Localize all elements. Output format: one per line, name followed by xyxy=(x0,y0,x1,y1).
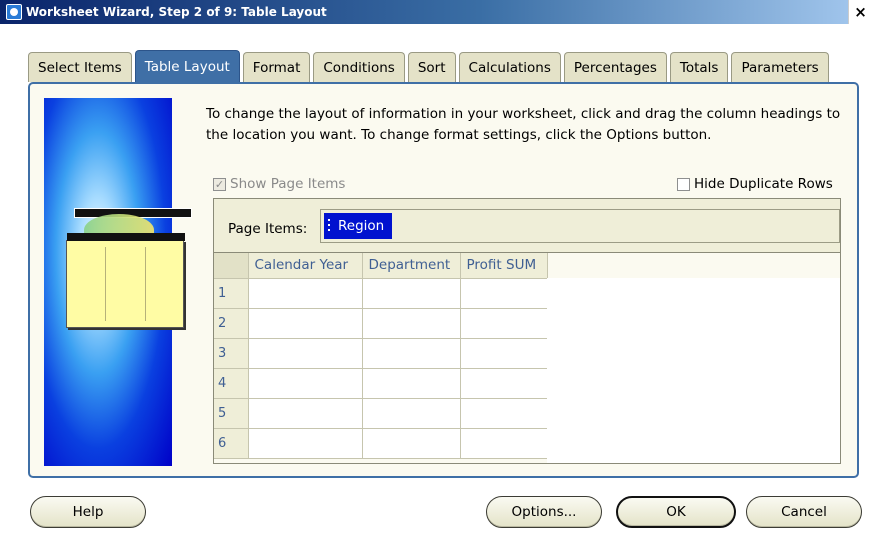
checkbox-checked-icon: ✓ xyxy=(213,177,226,191)
ok-button[interactable]: OK xyxy=(616,496,736,528)
tab-table-layout[interactable]: Table Layout xyxy=(134,50,240,82)
row-number: 1 xyxy=(214,278,249,309)
layout-table: Calendar Year Department Profit SUM 1 2 xyxy=(214,253,548,459)
row-number: 2 xyxy=(214,308,249,339)
tab-select-items[interactable]: Select Items xyxy=(28,52,132,82)
tab-totals[interactable]: Totals xyxy=(669,52,729,82)
instructions-text: To change the layout of information in y… xyxy=(206,106,841,143)
tab-calculations[interactable]: Calculations xyxy=(458,52,561,82)
grid-header-row: Calendar Year Department Profit SUM xyxy=(214,253,548,279)
page-items-area: Page Items: Region xyxy=(214,199,840,253)
column-header-calendar-year[interactable]: Calendar Year xyxy=(248,253,363,279)
grid-cell xyxy=(248,278,363,309)
grid-cell xyxy=(362,338,461,369)
grid-cell xyxy=(362,278,461,309)
illustration-sheet xyxy=(66,233,185,328)
hide-duplicate-rows-checkbox[interactable]: Hide Duplicate Rows xyxy=(677,176,833,192)
grid-empty-area xyxy=(547,278,840,463)
grid-cell xyxy=(362,428,461,459)
worksheet-wizard-illustration xyxy=(44,98,192,466)
column-header-department[interactable]: Department xyxy=(362,253,461,279)
page-items-drop-zone[interactable]: Region xyxy=(320,209,840,243)
table-row: 3 xyxy=(214,338,548,369)
tab-percentages[interactable]: Percentages xyxy=(563,52,667,82)
grid-cell xyxy=(248,398,363,429)
window-titlebar: Worksheet Wizard, Step 2 of 9: Table Lay… xyxy=(0,0,872,24)
grid-cell xyxy=(248,368,363,399)
show-page-items-checkbox[interactable]: ✓ Show Page Items xyxy=(213,176,345,192)
layout-grid: Calendar Year Department Profit SUM 1 2 xyxy=(214,253,840,463)
grid-cell xyxy=(460,308,548,339)
grid-cell xyxy=(460,338,548,369)
help-button[interactable]: Help xyxy=(30,496,146,528)
grid-cell xyxy=(248,428,363,459)
wizard-tabs: Select Items Table Layout Format Conditi… xyxy=(28,50,829,82)
checkbox-icon xyxy=(677,177,690,191)
grid-cell xyxy=(362,308,461,339)
grid-cell xyxy=(362,368,461,399)
table-row: 2 xyxy=(214,308,548,339)
table-row: 5 xyxy=(214,398,548,429)
row-number: 3 xyxy=(214,338,249,369)
grid-cell xyxy=(460,398,548,429)
grid-cell xyxy=(248,338,363,369)
options-button[interactable]: Options... xyxy=(486,496,602,528)
show-page-items-label: Show Page Items xyxy=(230,176,346,192)
row-number: 5 xyxy=(214,398,249,429)
grid-cell xyxy=(362,398,461,429)
tab-format[interactable]: Format xyxy=(242,52,311,82)
table-row: 1 xyxy=(214,278,548,309)
row-number: 6 xyxy=(214,428,249,459)
row-number: 4 xyxy=(214,368,249,399)
cancel-button[interactable]: Cancel xyxy=(746,496,862,528)
page-item-region[interactable]: Region xyxy=(324,213,393,239)
close-icon[interactable]: × xyxy=(848,0,872,24)
grid-corner xyxy=(214,253,249,279)
grid-cell xyxy=(248,308,363,339)
tab-sort[interactable]: Sort xyxy=(407,52,456,82)
grid-cell xyxy=(460,278,548,309)
hide-duplicate-rows-label: Hide Duplicate Rows xyxy=(694,176,833,192)
grid-cell xyxy=(460,428,548,459)
layout-editor: Page Items: Region Calendar Year Departm… xyxy=(213,198,841,464)
column-header-profit-sum[interactable]: Profit SUM xyxy=(460,253,548,279)
tab-parameters[interactable]: Parameters xyxy=(731,52,829,82)
page-items-label: Page Items: xyxy=(228,221,308,237)
table-layout-panel: To change the layout of information in y… xyxy=(28,82,859,478)
app-icon xyxy=(6,4,22,20)
window-title: Worksheet Wizard, Step 2 of 9: Table Lay… xyxy=(26,5,327,19)
table-row: 6 xyxy=(214,428,548,459)
grid-cell xyxy=(460,368,548,399)
tab-conditions[interactable]: Conditions xyxy=(313,52,405,82)
table-row: 4 xyxy=(214,368,548,399)
